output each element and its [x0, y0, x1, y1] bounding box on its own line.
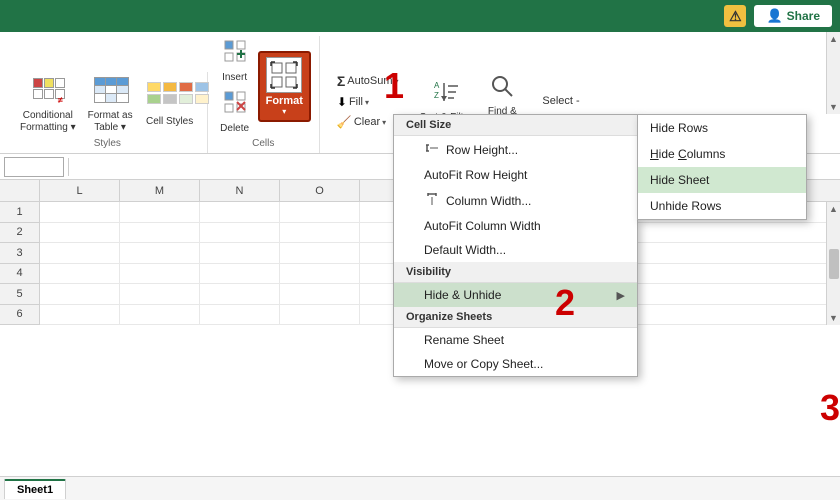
autofit-column-width-item[interactable]: AutoFit Column Width [394, 214, 637, 238]
step-2-label: 2 [555, 285, 575, 321]
grid-cell[interactable] [40, 202, 120, 222]
grid-cell[interactable] [280, 202, 360, 222]
warning-icon: ⚠ [724, 5, 746, 27]
col-header-L: L [40, 180, 120, 201]
corner-cell [0, 180, 40, 202]
step-3-label: 3 [820, 390, 840, 426]
clear-button[interactable]: 🧹 Clear ▾ [334, 114, 402, 130]
svg-text:Z: Z [434, 91, 439, 100]
styles-group-label: Styles [94, 138, 121, 149]
conditional-formatting-button[interactable]: ≠ ConditionalFormatting ▾ [16, 72, 80, 136]
insert-button[interactable]: Insert [216, 36, 254, 85]
share-icon: 👤 [766, 8, 782, 24]
hide-columns-item[interactable]: Hide Columns [638, 141, 806, 167]
cell-styles-button[interactable]: Cell Styles [141, 78, 199, 130]
delete-label: Delete [220, 123, 249, 134]
column-width-item[interactable]: Column Width... [394, 187, 637, 214]
row-headers: 1 2 3 4 5 6 [0, 202, 40, 325]
hide-unhide-item[interactable]: Hide & Unhide ▶ [394, 283, 637, 307]
unhide-rows-item[interactable]: Unhide Rows [638, 193, 806, 219]
format-dropdown: Cell Size Row Height... AutoFit Row Heig… [393, 114, 638, 377]
organize-sheets-section: Organize Sheets [394, 307, 637, 328]
format-as-table-button[interactable]: Format asTable ▾ [84, 72, 137, 136]
hide-sheet-item[interactable]: Hide Sheet [638, 167, 806, 193]
cell-size-section: Cell Size [394, 115, 637, 136]
col-header-O: O [280, 180, 360, 201]
vertical-scrollbar[interactable]: ▲ ▼ [826, 202, 840, 325]
styles-group: ≠ ConditionalFormatting ▾ [8, 72, 208, 153]
cell-styles-label: Cell Styles [146, 116, 193, 128]
fill-label: Fill [349, 96, 363, 108]
hide-rows-item[interactable]: Hide Rows [638, 115, 806, 141]
select-text: Select - [542, 95, 579, 107]
rename-sheet-item[interactable]: Rename Sheet [394, 328, 637, 352]
grid-cell[interactable] [200, 202, 280, 222]
hide-unhide-submenu: Hide Rows Hide Columns Hide Sheet Unhide… [637, 114, 807, 220]
name-box[interactable] [4, 157, 64, 177]
row-height-item[interactable]: Row Height... [394, 136, 637, 163]
sheet-tab-sheet1[interactable]: Sheet1 [4, 479, 66, 499]
sheet-tabs: Sheet1 [0, 476, 840, 500]
step-1-label: 1 [384, 68, 404, 104]
cells-group: Insert Delete [208, 36, 320, 153]
autofit-row-height-item[interactable]: AutoFit Row Height [394, 163, 637, 187]
format-button[interactable]: Format ▾ [258, 51, 311, 122]
format-label: Format [266, 95, 303, 107]
top-bar: ⚠ 👤 Share [0, 0, 840, 32]
visibility-section: Visibility [394, 262, 637, 283]
clear-label: Clear [354, 116, 380, 128]
default-width-item[interactable]: Default Width... [394, 238, 637, 262]
insert-label: Insert [222, 72, 247, 83]
ribbon-scrollbar[interactable]: ▲ ▼ [826, 32, 840, 114]
share-button[interactable]: 👤 Share [754, 5, 832, 27]
cells-group-label: Cells [252, 138, 274, 149]
col-header-M: M [120, 180, 200, 201]
svg-text:A: A [434, 81, 440, 90]
move-copy-sheet-item[interactable]: Move or Copy Sheet... [394, 352, 637, 376]
grid-cell[interactable] [120, 202, 200, 222]
col-header-N: N [200, 180, 280, 201]
delete-button[interactable]: Delete [216, 87, 254, 136]
